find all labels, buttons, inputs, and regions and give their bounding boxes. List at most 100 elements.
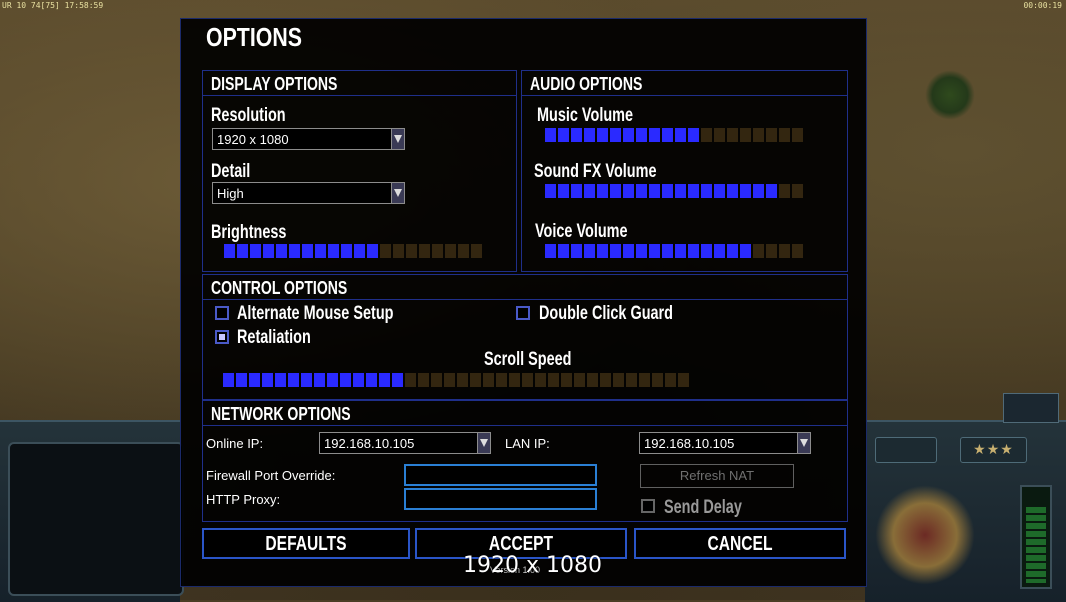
slider-segment[interactable] (740, 184, 751, 198)
slider-segment[interactable] (792, 244, 803, 258)
slider-segment[interactable] (610, 244, 621, 258)
alternate-mouse-checkbox[interactable] (215, 306, 229, 320)
slider-segment[interactable] (522, 373, 533, 387)
slider-segment[interactable] (393, 244, 404, 258)
slider-segment[interactable] (678, 373, 689, 387)
slider-segment[interactable] (792, 184, 803, 198)
slider-segment[interactable] (623, 128, 634, 142)
slider-segment[interactable] (275, 373, 286, 387)
slider-segment[interactable] (766, 184, 777, 198)
slider-segment[interactable] (753, 128, 764, 142)
slider-segment[interactable] (649, 184, 660, 198)
slider-segment[interactable] (662, 128, 673, 142)
slider-segment[interactable] (636, 244, 647, 258)
slider-segment[interactable] (558, 184, 569, 198)
slider-segment[interactable] (470, 373, 481, 387)
slider-segment[interactable] (597, 128, 608, 142)
slider-segment[interactable] (483, 373, 494, 387)
slider-segment[interactable] (341, 244, 352, 258)
slider-segment[interactable] (571, 184, 582, 198)
slider-segment[interactable] (584, 184, 595, 198)
slider-segment[interactable] (779, 184, 790, 198)
http-proxy-input[interactable] (404, 488, 597, 510)
slider-segment[interactable] (665, 373, 676, 387)
slider-segment[interactable] (688, 184, 699, 198)
slider-segment[interactable] (545, 244, 556, 258)
brightness-slider[interactable] (224, 244, 482, 258)
slider-segment[interactable] (535, 373, 546, 387)
slider-segment[interactable] (792, 128, 803, 142)
slider-segment[interactable] (675, 184, 686, 198)
slider-segment[interactable] (457, 373, 468, 387)
hud-chevron-button[interactable] (875, 437, 937, 463)
slider-segment[interactable] (340, 373, 351, 387)
slider-segment[interactable] (597, 184, 608, 198)
music-volume-slider[interactable] (545, 128, 803, 142)
slider-segment[interactable] (649, 244, 660, 258)
slider-segment[interactable] (458, 244, 469, 258)
slider-segment[interactable] (250, 244, 261, 258)
slider-segment[interactable] (714, 128, 725, 142)
slider-segment[interactable] (405, 373, 416, 387)
chevron-down-icon[interactable] (477, 433, 490, 453)
slider-segment[interactable] (597, 244, 608, 258)
slider-segment[interactable] (237, 244, 248, 258)
chevron-down-icon[interactable] (391, 129, 404, 149)
slider-segment[interactable] (753, 244, 764, 258)
slider-segment[interactable] (688, 244, 699, 258)
slider-segment[interactable] (662, 244, 673, 258)
chevron-down-icon[interactable] (391, 183, 404, 203)
slider-segment[interactable] (545, 184, 556, 198)
slider-segment[interactable] (779, 128, 790, 142)
slider-segment[interactable] (496, 373, 507, 387)
slider-segment[interactable] (548, 373, 559, 387)
lan-ip-dropdown[interactable]: 192.168.10.105 (639, 432, 811, 454)
slider-segment[interactable] (662, 184, 673, 198)
slider-segment[interactable] (379, 373, 390, 387)
slider-segment[interactable] (701, 184, 712, 198)
slider-segment[interactable] (779, 244, 790, 258)
slider-segment[interactable] (727, 128, 738, 142)
slider-segment[interactable] (649, 128, 660, 142)
slider-segment[interactable] (701, 128, 712, 142)
defaults-button[interactable]: DEFAULTS (202, 528, 410, 559)
slider-segment[interactable] (766, 244, 777, 258)
resolution-dropdown[interactable]: 1920 x 1080 (212, 128, 405, 150)
slider-segment[interactable] (613, 373, 624, 387)
slider-segment[interactable] (610, 184, 621, 198)
slider-segment[interactable] (354, 244, 365, 258)
online-ip-dropdown[interactable]: 192.168.10.105 (319, 432, 491, 454)
slider-segment[interactable] (406, 244, 417, 258)
slider-segment[interactable] (327, 373, 338, 387)
slider-segment[interactable] (714, 244, 725, 258)
slider-segment[interactable] (740, 244, 751, 258)
slider-segment[interactable] (367, 244, 378, 258)
slider-segment[interactable] (636, 184, 647, 198)
cancel-button[interactable]: CANCEL (634, 528, 846, 559)
slider-segment[interactable] (545, 128, 556, 142)
slider-segment[interactable] (714, 184, 725, 198)
slider-segment[interactable] (623, 244, 634, 258)
slider-segment[interactable] (574, 373, 585, 387)
slider-segment[interactable] (675, 128, 686, 142)
slider-segment[interactable] (561, 373, 572, 387)
slider-segment[interactable] (302, 244, 313, 258)
slider-segment[interactable] (571, 244, 582, 258)
slider-segment[interactable] (236, 373, 247, 387)
slider-segment[interactable] (445, 244, 456, 258)
slider-segment[interactable] (584, 244, 595, 258)
slider-segment[interactable] (328, 244, 339, 258)
sound-fx-volume-slider[interactable] (545, 184, 803, 198)
slider-segment[interactable] (688, 128, 699, 142)
slider-segment[interactable] (639, 373, 650, 387)
slider-segment[interactable] (636, 128, 647, 142)
slider-segment[interactable] (610, 128, 621, 142)
slider-segment[interactable] (701, 244, 712, 258)
slider-segment[interactable] (584, 128, 595, 142)
slider-segment[interactable] (623, 184, 634, 198)
slider-segment[interactable] (315, 244, 326, 258)
slider-segment[interactable] (444, 373, 455, 387)
slider-segment[interactable] (276, 244, 287, 258)
slider-segment[interactable] (600, 373, 611, 387)
slider-segment[interactable] (753, 184, 764, 198)
